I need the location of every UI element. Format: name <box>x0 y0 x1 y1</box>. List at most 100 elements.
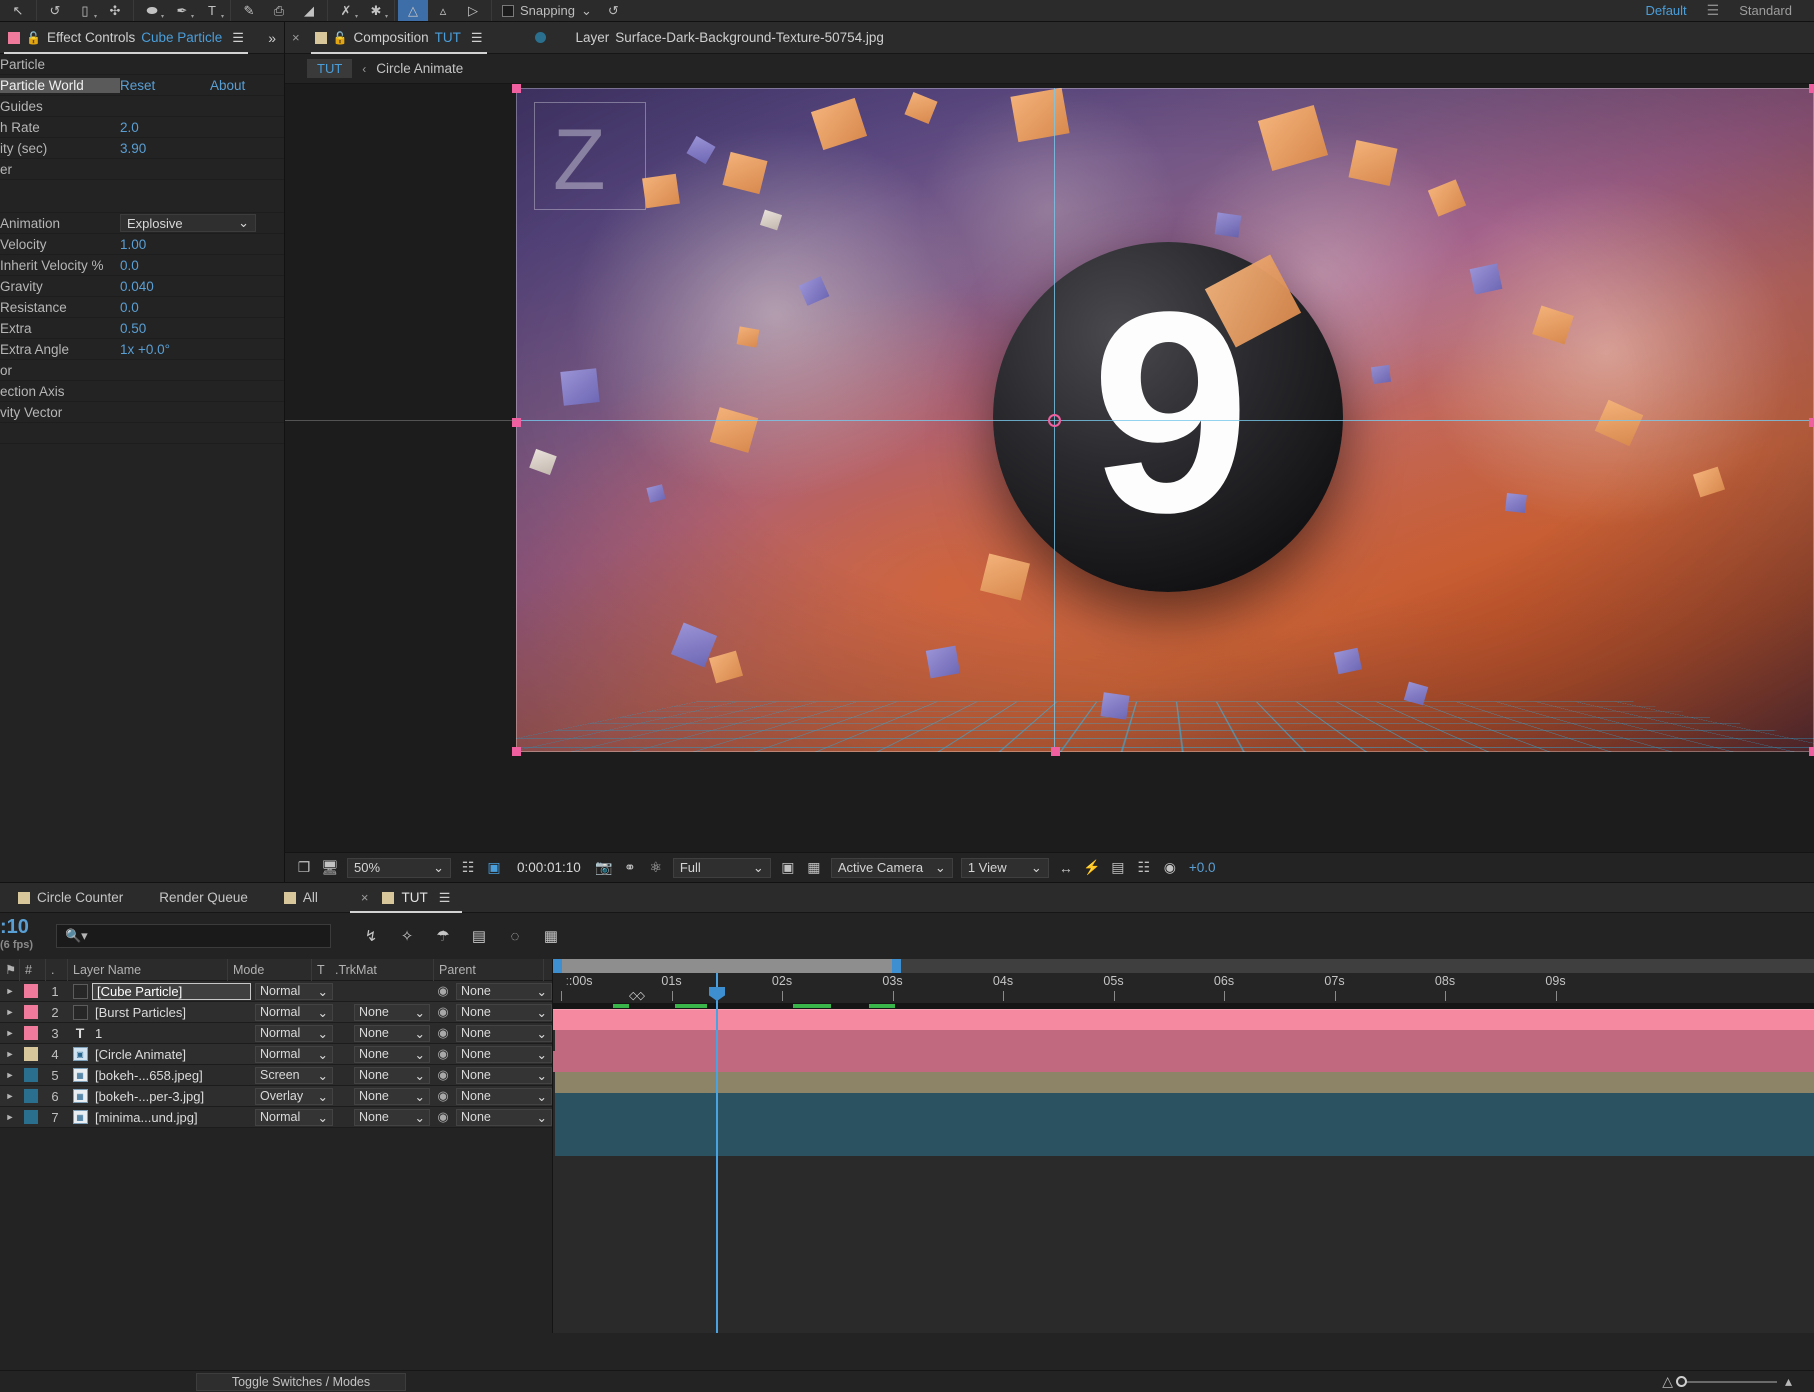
search-field[interactable] <box>93 928 322 944</box>
expand-layer-triangle-icon[interactable]: ► <box>0 1091 20 1101</box>
selection-tool-icon[interactable]: ↖ <box>3 0 33 21</box>
effect-row-gravity-vector[interactable]: vity Vector <box>0 402 284 423</box>
layer-color-swatch-icon[interactable] <box>20 1026 42 1040</box>
parent-select[interactable]: None ⌄ <box>456 1108 552 1126</box>
layer-duration-bar[interactable] <box>553 1051 1814 1072</box>
panel-menu-icon[interactable]: ☰ <box>435 890 451 906</box>
always-preview-icon[interactable]: ❐ <box>291 853 317 883</box>
expand-layer-triangle-icon[interactable]: ► <box>0 1070 20 1080</box>
parent-pickwhip-icon[interactable]: ◉ <box>430 1025 456 1041</box>
effect-row-extra-angle[interactable]: Extra Angle 1x +0.0° <box>0 339 284 360</box>
composition-mini-flowchart-icon[interactable]: ↯ <box>353 921 389 951</box>
snapshot-camera-icon[interactable]: 📷 <box>591 853 617 883</box>
current-time-display[interactable]: :10 (6 fps) <box>0 918 44 954</box>
effect-row-extras[interactable] <box>0 423 284 444</box>
channels-icon[interactable]: ⚛ <box>643 853 669 883</box>
close-icon[interactable]: × <box>354 890 376 905</box>
table-row[interactable]: ► 4 ▣ [Circle Animate] Normal ⌄ None ⌄ ◉ None ⌄ <box>0 1044 552 1065</box>
expand-layer-triangle-icon[interactable]: ► <box>0 1007 20 1017</box>
zoom-slider[interactable] <box>1675 1375 1777 1387</box>
zoom-out-icon[interactable]: △ <box>1662 1373 1673 1390</box>
puppet-starch-tool-icon[interactable]: ▵ <box>428 0 458 21</box>
trkmat-select[interactable]: None ⌄ <box>354 1003 430 1021</box>
blend-mode-select[interactable]: Normal ⌄ <box>255 982 333 1000</box>
expand-layer-triangle-icon[interactable]: ► <box>0 1049 20 1059</box>
puppet-overlap-tool-icon[interactable]: ▷ <box>458 0 488 21</box>
blend-mode-select[interactable]: Normal ⌄ <box>255 1003 333 1021</box>
snapping-checkbox[interactable] <box>502 4 514 17</box>
effect-row-floor[interactable]: or <box>0 360 284 381</box>
parent-pickwhip-icon[interactable]: ◉ <box>430 1109 456 1125</box>
layer-duration-bar[interactable] <box>555 1135 1814 1156</box>
layer-color-swatch-icon[interactable] <box>20 1110 42 1124</box>
panel-menu-icon[interactable]: ☰ <box>467 30 483 46</box>
anchor-point-tool-icon[interactable]: ✣ <box>100 0 130 21</box>
zoom-select[interactable]: 50% ⌄ <box>347 857 451 878</box>
pixel-aspect-icon[interactable]: ↔ <box>1053 853 1079 883</box>
transparency-grid-icon[interactable]: ▣ <box>775 853 801 883</box>
monitor-icon[interactable]: 🖥 <box>317 853 343 883</box>
effect-row-resistance[interactable]: Resistance 0.0 <box>0 297 284 318</box>
camera-select[interactable]: Active Camera ⌄ <box>830 857 953 878</box>
param-value[interactable]: 0.0 <box>120 258 284 273</box>
parent-select[interactable]: None ⌄ <box>456 982 552 1000</box>
lock-icon[interactable]: 🔓 <box>333 31 348 45</box>
graph-editor-icon[interactable]: ▦ <box>533 921 569 951</box>
composition-canvas[interactable]: Z 9 <box>516 88 1814 752</box>
time-ruler[interactable]: ː:00s 01s 02s 03s 04s 05s 06s 07s 08s 09s <box>553 973 1814 1003</box>
region-of-interest-icon[interactable]: ▣ <box>481 853 507 883</box>
workspace-default[interactable]: Default <box>1629 0 1702 21</box>
layer-name[interactable]: 1 <box>92 1026 255 1041</box>
param-value[interactable]: 0.040 <box>120 279 284 294</box>
zoom-slider-knob[interactable] <box>1675 1375 1687 1387</box>
trkmat-select[interactable]: None ⌄ <box>354 1066 430 1084</box>
layer-name[interactable]: [Circle Animate] <box>92 1047 255 1062</box>
expand-panels-icon[interactable]: » <box>260 30 284 46</box>
motion-blur-icon[interactable]: ◌ <box>497 921 533 951</box>
breadcrumb-current[interactable]: Circle Animate <box>376 61 463 76</box>
brush-tool-icon[interactable]: ✎ <box>234 0 264 21</box>
workspace-menu-icon[interactable]: ☰ <box>1703 2 1724 19</box>
timeline-graph-icon[interactable]: ▤ <box>1105 853 1131 883</box>
layer-duration-bar[interactable] <box>555 1114 1814 1135</box>
work-area-bar[interactable] <box>553 959 1814 973</box>
blend-mode-select[interactable]: Normal ⌄ <box>255 1108 333 1126</box>
draft-3d-icon[interactable]: ✧ <box>389 921 425 951</box>
layer-duration-bar[interactable] <box>555 1030 1814 1051</box>
tab-effect-controls[interactable]: 🔓 Effect Controls Cube Particle ☰ <box>0 22 252 54</box>
hide-shy-layers-icon[interactable]: ☂ <box>425 921 461 951</box>
effect-row-birth-rate[interactable]: h Rate 2.0 <box>0 117 284 138</box>
clone-stamp-tool-icon[interactable]: ⎙ <box>264 0 294 21</box>
puppet-position-tool-icon[interactable]: △ <box>398 0 428 21</box>
playhead[interactable] <box>709 973 725 1333</box>
parent-pickwhip-icon[interactable]: ◉ <box>430 1067 456 1083</box>
layer-color-swatch-icon[interactable] <box>20 1005 42 1019</box>
param-value[interactable]: 3.90 <box>120 141 284 156</box>
effect-row-gravity[interactable]: Gravity 0.040 <box>0 276 284 297</box>
blend-mode-select[interactable]: Screen ⌄ <box>255 1066 333 1084</box>
layer-duration-bar[interactable] <box>553 1009 1814 1030</box>
table-row[interactable]: ► 7 ▦ [minima...und.jpg] Normal ⌄ None ⌄ ◉ None ⌄ <box>0 1107 552 1128</box>
param-value[interactable]: 1.00 <box>120 237 284 252</box>
tab-circle-counter[interactable]: Circle Counter <box>0 883 141 913</box>
effect-row-guides[interactable]: Guides <box>0 96 284 117</box>
work-area-start-handle[interactable] <box>553 959 562 973</box>
puppet-pin-tool-icon[interactable]: ✱ ▾ <box>361 0 391 21</box>
rotation-tool-icon[interactable]: ↺ <box>40 0 70 21</box>
search-input[interactable]: 🔍▾ <box>56 924 331 948</box>
parent-pickwhip-icon[interactable]: ◉ <box>430 983 456 999</box>
eraser-tool-icon[interactable]: ◢ <box>294 0 324 21</box>
zoom-in-icon[interactable]: ▴ <box>1785 1373 1792 1390</box>
exposure-value[interactable]: +0.0 <box>1183 860 1222 875</box>
effect-row-inherit-velocity[interactable]: Inherit Velocity % 0.0 <box>0 255 284 276</box>
panel-menu-icon[interactable]: ☰ <box>228 30 244 46</box>
toggle-switches-modes-button[interactable]: Toggle Switches / Modes <box>196 1372 406 1391</box>
snapping-control[interactable]: Snapping ⌄ ↺ <box>492 3 629 19</box>
layer-name[interactable]: [Burst Particles] <box>92 1005 255 1020</box>
parent-pickwhip-icon[interactable]: ◉ <box>430 1004 456 1020</box>
effect-row-velocity[interactable]: Velocity 1.00 <box>0 234 284 255</box>
layer-color-swatch-icon[interactable] <box>20 1047 42 1061</box>
blend-mode-select[interactable]: Normal ⌄ <box>255 1024 333 1042</box>
tab-composition-tut[interactable]: 🔓 Composition TUT ☰ <box>307 22 491 54</box>
parent-pickwhip-icon[interactable]: ◉ <box>430 1046 456 1062</box>
